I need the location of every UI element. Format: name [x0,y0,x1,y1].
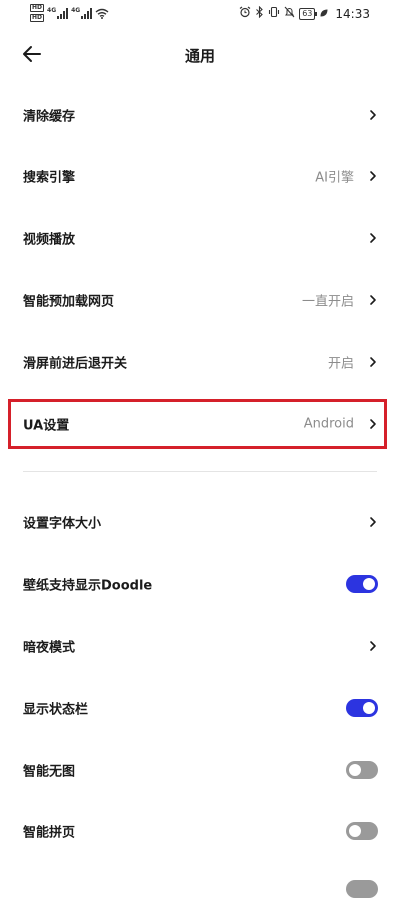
setting-label: 智能无图 [23,764,76,780]
setting-value: AI引擎 [315,170,354,186]
setting-row-search-engine[interactable]: 搜索引擎 AI引擎 [0,148,400,204]
section-divider [23,471,377,472]
status-bar-left: HD HD 4G 4G [30,4,109,22]
wifi-icon [95,8,109,19]
alarm-icon [239,6,251,21]
setting-row-video-playback[interactable]: 视频播放 [0,210,400,266]
chevron-right-icon [368,639,378,653]
setting-row-show-status-bar: 显示状态栏 [0,680,400,736]
page-title: 通用 [184,47,215,65]
setting-label: 搜索引擎 [23,170,76,186]
network-gen-1: 4G [47,6,57,14]
setting-row-dark-mode[interactable]: 暗夜模式 [0,618,400,674]
setting-row-clear-cache[interactable]: 清除缓存 [0,87,400,143]
title-bar: 通用 [0,30,400,82]
hd-badge-top: HD [30,4,45,12]
setting-label: 暗夜模式 [23,640,76,656]
bluetooth-icon [255,5,264,21]
doodle-toggle[interactable] [346,575,378,593]
status-bar-toggle[interactable] [346,699,378,717]
no-image-toggle[interactable] [346,761,378,779]
page-merge-toggle[interactable] [346,822,378,840]
hd-indicator: HD HD [30,4,45,22]
chevron-right-icon [368,108,378,122]
chevron-right-icon [368,293,378,307]
setting-label: 显示状态栏 [23,702,89,718]
status-bar: HD HD 4G 4G 63 14:33 [0,0,400,28]
setting-row-swipe-navigation[interactable]: 滑屏前进后退开关 开启 [0,334,400,390]
setting-value: 一直开启 [301,294,354,310]
signal-icon-sim2: 4G [71,6,93,19]
setting-label: 智能预加载网页 [23,294,115,310]
leaf-icon [319,7,329,21]
setting-label: 滑屏前进后退开关 [23,356,128,372]
highlight-box [8,399,387,449]
vibrate-icon [268,6,280,21]
chevron-right-icon [368,515,378,529]
hd-badge-bottom: HD [30,14,45,22]
setting-row-wallpaper-doodle: 壁纸支持显示Doodle [0,556,400,612]
setting-row-font-size[interactable]: 设置字体大小 [0,494,400,550]
setting-label: 清除缓存 [23,109,76,125]
setting-row-smart-preload[interactable]: 智能预加载网页 一直开启 [0,272,400,328]
partial-toggle[interactable] [346,880,378,898]
clock-time: 14:33 [335,6,370,21]
setting-row-smart-no-image: 智能无图 [0,742,400,798]
battery-icon: 63 [299,7,318,20]
setting-label: 壁纸支持显示Doodle [23,578,153,594]
status-bar-right: 63 14:33 [239,5,370,21]
network-gen-2: 4G [71,6,81,14]
setting-label: 视频播放 [23,232,76,248]
setting-label: 智能拼页 [23,825,76,841]
chevron-right-icon [368,169,378,183]
signal-icon-sim1: 4G [47,6,69,19]
setting-label: 设置字体大小 [23,516,102,532]
chevron-right-icon [368,231,378,245]
chevron-right-icon [368,355,378,369]
mute-bell-icon [284,6,295,21]
setting-row-smart-page-merge: 智能拼页 [0,803,400,859]
setting-value: 开启 [327,356,354,372]
